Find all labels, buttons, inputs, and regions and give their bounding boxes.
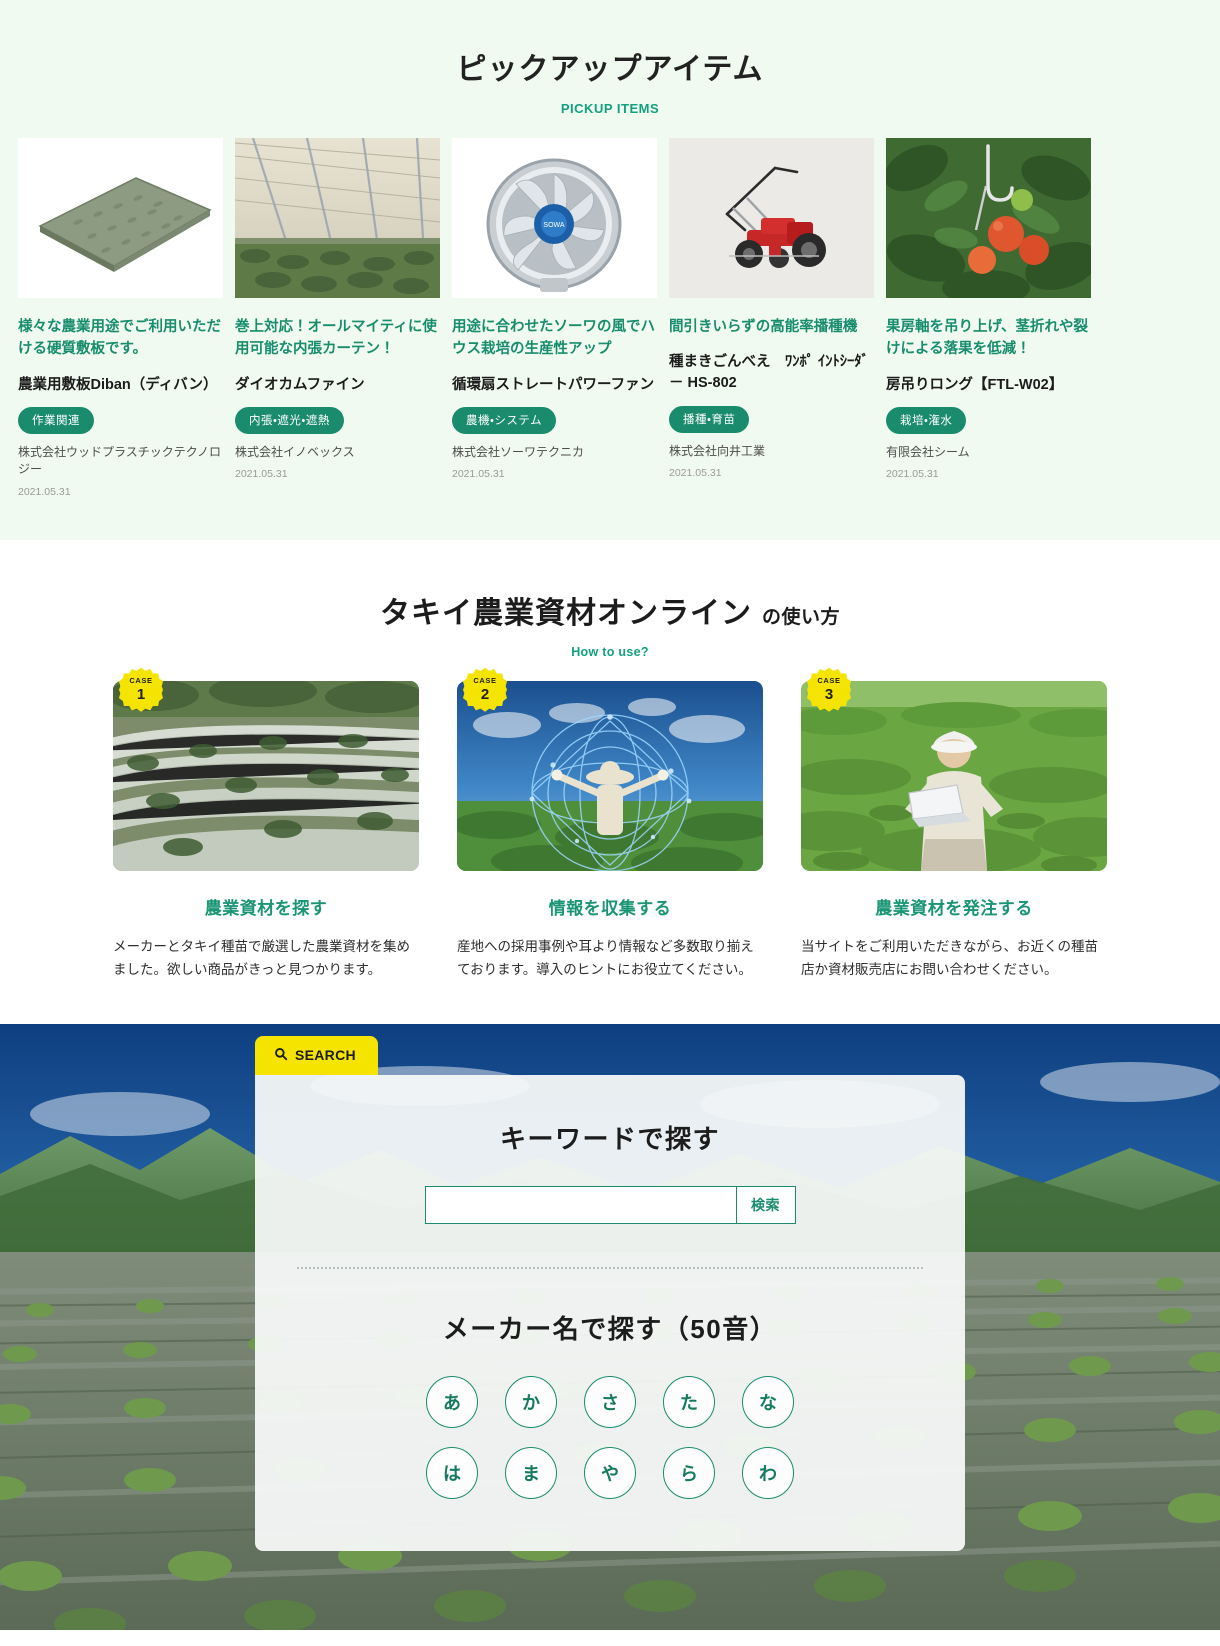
product-category-tag[interactable]: 播種・育苗 xyxy=(669,405,750,433)
search-panel: キーワードで探す 検索 メーカー名で探す（50音） あ か さ た な は ま xyxy=(255,1074,965,1551)
kana-button-ya[interactable]: や xyxy=(584,1446,636,1499)
case-card[interactable]: CASE 2 情報を収集する 産地への採用事例や耳より情報など多数取り揃えており… xyxy=(457,667,763,982)
pickup-section-subtitle: PICKUP ITEMS xyxy=(560,101,660,116)
case-badge-word: CASE xyxy=(129,675,153,685)
product-lead: 様々な農業用途でご利用いただける硬質敷板です。 xyxy=(18,319,221,358)
search-submit-button[interactable]: 検索 xyxy=(735,1185,796,1224)
product-category-tag[interactable]: 作業関連 xyxy=(18,406,94,434)
product-lead: 間引きいらずの高能率播種機 xyxy=(669,319,858,335)
case-badge-number: 3 xyxy=(824,686,834,704)
product-category-tag[interactable]: 栽培・潅水 xyxy=(886,406,967,434)
pickup-items-section: ピックアップアイテム PICKUP ITEMS 様々な農業用途でご利用いただける… xyxy=(0,0,1220,540)
pickup-card[interactable]: SOWA 用途に合わせたソーワの風でハウス栽培の生産性アップ 循環扇ストレートパ… xyxy=(452,138,657,480)
product-category-tag[interactable]: 農機・システム xyxy=(452,406,557,434)
case-image-wrapper: CASE 2 xyxy=(457,667,763,871)
kana-button-a[interactable]: あ xyxy=(426,1375,478,1428)
case-badge: CASE 2 xyxy=(463,667,507,712)
product-image-greenhouse-interior-curtain[interactable] xyxy=(235,138,440,298)
maker-search-title: メーカー名で探す（50音） xyxy=(442,1313,778,1344)
product-date: 2021.05.31 xyxy=(886,468,939,481)
search-tab[interactable]: SEARCH xyxy=(255,1035,378,1075)
how-to-use-title: タキイ農業資材オンライン の使い方 xyxy=(0,596,1220,632)
product-lead: 用途に合わせたソーワの風でハウス栽培の生産性アップ xyxy=(452,319,655,358)
product-image-circulation-fan[interactable]: SOWA xyxy=(452,138,657,298)
kana-button-ra[interactable]: ら xyxy=(663,1446,715,1499)
case-image-farmer-with-hat-digital-network[interactable] xyxy=(457,680,763,871)
case-card[interactable]: CASE 3 農業資材を発注する 当サイトをご利用いただきながら、お近くの種苗店… xyxy=(801,667,1107,982)
case-heading: 農業資材を探す xyxy=(204,898,328,918)
case-heading: 情報を収集する xyxy=(548,898,672,918)
product-name: 循環扇ストレートパワーファン xyxy=(452,376,655,393)
search-input[interactable] xyxy=(424,1185,736,1224)
case-body: 産地への採用事例や耳より情報など多数取り揃えております。導入のヒントにお役立てく… xyxy=(457,938,754,978)
product-name: 農業用敷板Diban（ディバン） xyxy=(18,376,218,393)
product-maker: 株式会社向井工業 xyxy=(669,443,766,458)
case-badge: CASE 1 xyxy=(119,667,163,712)
pickup-card[interactable]: 果房軸を吊り上げ、茎折れや裂けによる落果を低減！ 房吊りロング【FTL-W02】… xyxy=(886,138,1091,480)
case-badge: CASE 3 xyxy=(807,667,851,712)
product-lead: 巻上対応！オールマイティに使用可能な内張カーテン！ xyxy=(235,319,437,358)
svg-text:SOWA: SOWA xyxy=(543,222,564,229)
search-tab-label: SEARCH xyxy=(295,1047,356,1064)
kana-button-ka[interactable]: か xyxy=(505,1375,557,1428)
search-panel-wrapper: SEARCH キーワードで探す 検索 メーカー名で探す（50音） あ か さ た… xyxy=(255,1035,965,1551)
case-body: 当サイトをご利用いただきながら、お近くの種苗店か資材販売店にお問い合わせください… xyxy=(801,938,1098,978)
kana-button-na[interactable]: な xyxy=(742,1375,794,1428)
kana-row: あ か さ た な xyxy=(426,1375,794,1428)
kana-button-sa[interactable]: さ xyxy=(584,1375,636,1428)
how-to-use-title-main: タキイ農業資材オンライン xyxy=(379,596,752,630)
product-lead: 果房軸を吊り上げ、茎折れや裂けによる落果を低減！ xyxy=(886,319,1088,358)
pickup-section-title: ピックアップアイテム xyxy=(456,53,764,86)
pickup-card[interactable]: 間引きいらずの高能率播種機 種まきごんべえ ﾜﾝﾎﾟ ｲﾝﾄｼｰﾀﾞ － HS-… xyxy=(669,138,874,479)
keyword-search-row: 検索 xyxy=(255,1185,965,1224)
product-date: 2021.05.31 xyxy=(452,468,505,481)
how-to-use-section: タキイ農業資材オンライン の使い方 How to use? CASE 1 農業資… xyxy=(0,539,1220,1024)
case-image-wrapper: CASE 3 xyxy=(801,667,1107,871)
product-maker: 有限会社シーム xyxy=(886,444,970,459)
product-image-red-seeder-machine[interactable] xyxy=(669,138,874,298)
kana-button-grid: あ か さ た な は ま や ら わ xyxy=(255,1375,965,1499)
product-maker: 株式会社イノベックス xyxy=(235,444,355,459)
pickup-card[interactable]: 様々な農業用途でご利用いただける硬質敷板です。 農業用敷板Diban（ディバン）… xyxy=(18,138,223,498)
panel-divider xyxy=(297,1266,923,1269)
product-maker: 株式会社ウッドプラスチックテクノロジー xyxy=(18,444,222,477)
case-card-grid: CASE 1 農業資材を探す メーカーとタキイ種苗で厳選した農業資材を集めました… xyxy=(0,667,1220,982)
kana-row: は ま や ら わ xyxy=(426,1446,794,1499)
kana-button-wa[interactable]: わ xyxy=(742,1446,794,1499)
case-image-plastic-tunnel-field-rows[interactable] xyxy=(113,680,419,871)
pickup-card[interactable]: 巻上対応！オールマイティに使用可能な内張カーテン！ ダイオカムファイン 内張・遮… xyxy=(235,138,440,480)
product-image-green-checker-plate-board[interactable] xyxy=(18,138,223,298)
search-hero-section: SEARCH キーワードで探す 検索 メーカー名で探す（50音） あ か さ た… xyxy=(0,1023,1220,1630)
search-icon xyxy=(274,1047,288,1064)
case-image-wrapper: CASE 1 xyxy=(113,667,419,871)
case-body: メーカーとタキイ種苗で厳選した農業資材を集めました。欲しい商品がきっと見つかりま… xyxy=(113,938,410,978)
product-date: 2021.05.31 xyxy=(669,466,722,479)
kana-button-ha[interactable]: は xyxy=(426,1446,478,1499)
kana-button-ma[interactable]: ま xyxy=(505,1446,557,1499)
product-image-tomato-truss-support-hook[interactable] xyxy=(886,138,1091,298)
product-maker: 株式会社ソーワテクニカ xyxy=(452,444,585,459)
product-date: 2021.05.31 xyxy=(18,485,71,498)
product-name: 房吊りロング【FTL-W02】 xyxy=(886,376,1064,393)
product-name: 種まきごんべえ ﾜﾝﾎﾟ ｲﾝﾄｼｰﾀﾞ － HS-802 xyxy=(669,354,869,392)
product-category-tag[interactable]: 内張・遮光・遮熱 xyxy=(235,406,344,434)
case-badge-number: 2 xyxy=(480,686,490,704)
how-to-use-subtitle: How to use? xyxy=(571,644,649,659)
case-image-farmer-with-laptop-in-field[interactable] xyxy=(801,680,1107,871)
pickup-card-grid: 様々な農業用途でご利用いただける硬質敷板です。 農業用敷板Diban（ディバン）… xyxy=(0,138,1220,498)
how-to-use-title-sub: の使い方 xyxy=(761,606,840,628)
case-card[interactable]: CASE 1 農業資材を探す メーカーとタキイ種苗で厳選した農業資材を集めました… xyxy=(113,667,419,982)
product-name: ダイオカムファイン xyxy=(235,376,365,393)
case-badge-word: CASE xyxy=(817,675,841,685)
case-heading: 農業資材を発注する xyxy=(875,898,1033,918)
keyword-search-title: キーワードで探す xyxy=(499,1123,720,1154)
product-date: 2021.05.31 xyxy=(235,468,288,481)
case-badge-word: CASE xyxy=(473,675,497,685)
case-badge-number: 1 xyxy=(136,686,146,704)
kana-button-ta[interactable]: た xyxy=(663,1375,715,1428)
